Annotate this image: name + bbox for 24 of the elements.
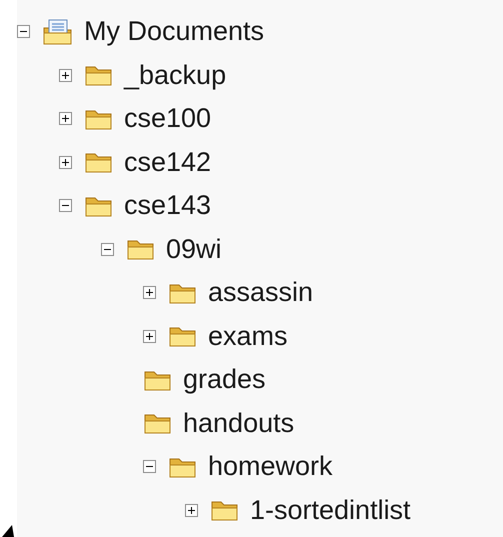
tree-item[interactable]: grades <box>181 364 268 396</box>
tree-item[interactable]: cse143 <box>122 190 214 222</box>
tree-item[interactable]: exams <box>206 320 290 352</box>
cursor-icon <box>0 523 16 537</box>
expand-toggle[interactable] <box>143 286 156 300</box>
tree-item[interactable]: My Documents <box>82 16 266 48</box>
collapse-toggle[interactable] <box>17 25 30 38</box>
expand-toggle[interactable] <box>59 68 72 82</box>
tree-item[interactable]: cse142 <box>122 146 214 178</box>
tree-item[interactable]: 09wi <box>164 234 224 265</box>
tree-item[interactable]: assassin <box>206 277 316 308</box>
tree-item[interactable]: handouts <box>181 408 296 439</box>
tree-item[interactable]: _backup <box>122 60 228 91</box>
tree-item[interactable]: homework <box>206 451 335 482</box>
expand-toggle[interactable] <box>59 156 72 169</box>
tree-item[interactable]: 1-sortedintlist <box>248 494 413 526</box>
expand-toggle[interactable] <box>59 112 72 126</box>
collapse-toggle[interactable] <box>143 460 156 474</box>
expand-toggle[interactable] <box>143 330 156 343</box>
tree-item[interactable]: cse100 <box>122 103 214 134</box>
collapse-toggle[interactable] <box>101 242 114 256</box>
collapse-toggle[interactable] <box>59 199 72 212</box>
expand-toggle[interactable] <box>185 504 198 517</box>
documents-folder-icon <box>42 18 74 46</box>
